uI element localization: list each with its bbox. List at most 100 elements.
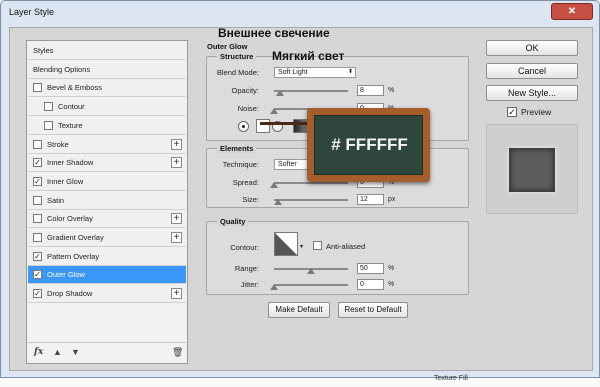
sign-color-text: # FFFFFF [331, 135, 408, 154]
add-style-icon[interactable]: + [171, 138, 182, 150]
range-slider-thumb[interactable] [307, 268, 315, 274]
styles-list-item[interactable]: ✓ Outer Glow [28, 266, 186, 285]
styles-list-item[interactable]: Blending Options [28, 60, 186, 79]
styles-list-item[interactable]: ✓ Inner Shadow + [28, 154, 186, 173]
range-unit: % [388, 265, 395, 272]
structure-title: Structure [217, 52, 257, 61]
contour-preview[interactable] [274, 232, 298, 256]
spread-slider-thumb[interactable] [270, 182, 278, 188]
preview-checkbox[interactable]: ✓ [507, 107, 517, 117]
anti-aliased-label: Anti-aliased [326, 242, 366, 251]
style-checkbox[interactable] [44, 102, 53, 112]
make-default-button[interactable]: Make Default [268, 302, 330, 318]
title-bar: Layer Style ✕ [1, 1, 599, 25]
add-style-icon[interactable]: + [171, 232, 182, 243]
jitter-slider[interactable] [274, 284, 348, 286]
opacity-input[interactable]: 8 [357, 85, 384, 96]
jitter-slider-thumb[interactable] [270, 284, 278, 290]
styles-list-item[interactable]: Texture [28, 116, 186, 135]
texture-fill-peek: Texture Fill [434, 375, 468, 382]
new-style-button[interactable]: New Style... [486, 85, 578, 101]
quality-title: Quality [217, 217, 249, 226]
size-input[interactable]: 12 [357, 194, 384, 205]
style-checkbox[interactable] [33, 83, 42, 93]
trash-icon[interactable]: 🗑 [172, 347, 183, 358]
blend-mode-select[interactable]: Soft Light ⬍ [274, 67, 356, 78]
style-label: Bevel & Emboss [47, 83, 103, 93]
style-label: Inner Shadow [47, 158, 94, 168]
preview-label: Preview [521, 107, 552, 117]
style-checkbox[interactable] [33, 139, 42, 149]
fx-icon[interactable]: fx [34, 347, 43, 357]
style-checkbox[interactable]: ✓ [33, 251, 42, 261]
color-radio[interactable] [238, 121, 249, 132]
styles-list-item[interactable]: ✓ Inner Glow [28, 172, 186, 191]
close-button[interactable]: ✕ [551, 3, 593, 20]
styles-list-footer: fx ▲ ▼ 🗑 [28, 342, 186, 362]
noise-slider-thumb[interactable] [270, 108, 278, 114]
style-checkbox[interactable]: ✓ [33, 158, 42, 168]
spread-slider[interactable] [274, 182, 348, 184]
styles-list-item[interactable]: Satin [28, 191, 186, 210]
style-checkbox[interactable]: ✓ [33, 289, 42, 299]
add-style-icon[interactable]: + [171, 213, 182, 225]
style-checkbox[interactable]: ✓ [33, 176, 42, 186]
styles-list-item[interactable]: Bevel & Emboss [28, 79, 186, 98]
style-checkbox[interactable]: ✓ [33, 270, 42, 280]
jitter-input[interactable]: 0 [357, 279, 384, 290]
style-label: Blending Options [33, 64, 91, 74]
cancel-button[interactable]: Cancel [486, 63, 578, 79]
styles-list-item[interactable]: Gradient Overlay + [28, 229, 186, 247]
size-label: Size: [242, 195, 259, 204]
style-label: Contour [58, 102, 85, 112]
close-icon: ✕ [567, 6, 577, 17]
move-down-icon[interactable]: ▼ [71, 347, 80, 357]
style-checkbox[interactable] [33, 214, 42, 224]
opacity-unit: % [388, 87, 395, 94]
styles-list-item[interactable]: Styles [28, 42, 186, 60]
styles-list-item[interactable]: Contour [28, 98, 186, 117]
style-checkbox[interactable] [33, 233, 42, 242]
contour-label: Contour: [230, 243, 259, 252]
jitter-label: Jitter: [240, 280, 259, 289]
styles-list-item[interactable]: Color Overlay + [28, 210, 186, 229]
opacity-slider[interactable] [274, 90, 348, 92]
styles-list-item[interactable]: Stroke + [28, 135, 186, 154]
size-slider-thumb[interactable] [273, 199, 282, 205]
reset-to-default-button[interactable]: Reset to Default [338, 302, 408, 318]
blend-mode-label: Blend Mode: [216, 68, 259, 77]
anti-aliased-checkbox[interactable] [313, 241, 322, 250]
sign-board: # FFFFFF [314, 115, 423, 175]
elements-title: Elements [217, 144, 257, 153]
range-input[interactable]: 50 [357, 263, 384, 274]
annotation-connector [260, 122, 308, 125]
annotation-soft-light-ru: Мягкий свет [272, 49, 345, 63]
style-label: Drop Shadow [47, 289, 93, 299]
contour-dropdown-icon[interactable]: ▾ [300, 243, 303, 250]
spread-label: Spread: [232, 178, 259, 187]
style-preview-thumbnail [509, 148, 555, 192]
blend-mode-value: Soft Light [278, 69, 308, 76]
ok-button[interactable]: OK [486, 40, 578, 56]
opacity-slider-thumb[interactable] [275, 90, 284, 96]
style-checkbox[interactable] [44, 120, 53, 130]
dialog-body: Styles Blending Options Bevel & Emboss Cont… [9, 27, 593, 371]
size-slider[interactable] [274, 199, 348, 201]
preview-swatch-area [486, 124, 578, 214]
styles-list-item[interactable]: ✓ Pattern Overlay [28, 247, 186, 266]
styles-list-item[interactable]: ✓ Drop Shadow + [28, 285, 186, 304]
style-checkbox[interactable] [33, 195, 42, 205]
technique-label: Technique: [222, 160, 259, 169]
style-label: Satin [47, 195, 65, 205]
style-label: Gradient Overlay [47, 233, 104, 242]
move-up-icon[interactable]: ▲ [53, 347, 62, 357]
opacity-label: Opacity: [231, 86, 259, 95]
add-style-icon[interactable]: + [171, 288, 182, 300]
style-label: Texture [58, 120, 83, 130]
technique-value: Softer [278, 161, 297, 168]
styles-list: Styles Blending Options Bevel & Emboss Cont… [26, 40, 188, 364]
size-unit: px [388, 196, 396, 203]
checkmark-icon: ✓ [508, 107, 516, 117]
chevron-updown-icon: ⬍ [347, 69, 353, 75]
add-style-icon[interactable]: + [171, 157, 182, 169]
